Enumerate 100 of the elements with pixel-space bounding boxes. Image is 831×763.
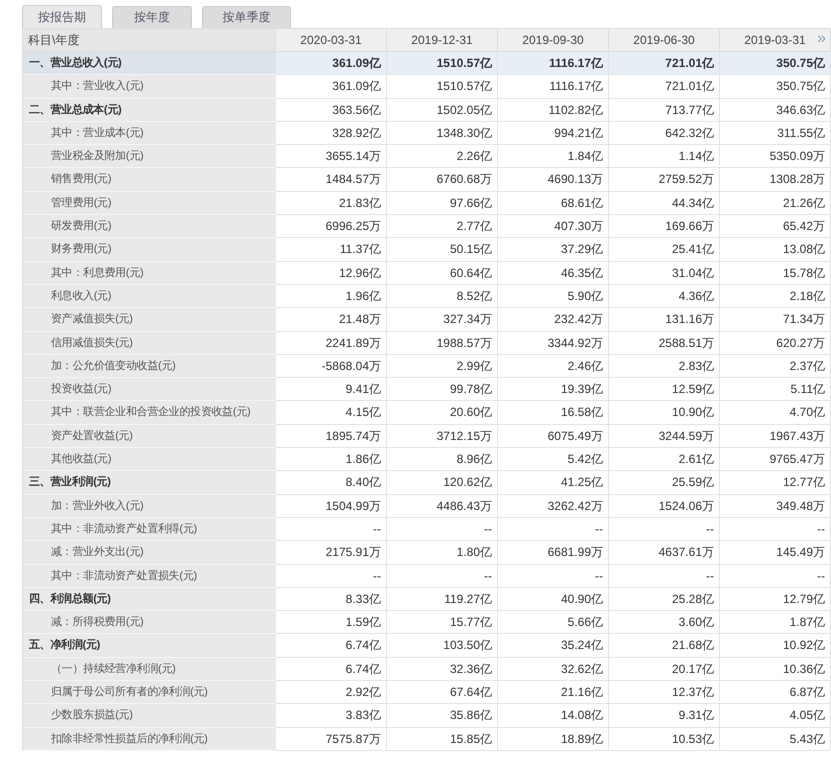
table-cell: 6681.99万 bbox=[498, 541, 609, 565]
table-cell: 18.89亿 bbox=[498, 728, 609, 751]
table-cell: 3655.14万 bbox=[276, 145, 387, 168]
table-cell: -- bbox=[498, 518, 609, 542]
table-cell: 3344.92万 bbox=[498, 332, 609, 355]
table-cell: 37.29亿 bbox=[498, 238, 609, 262]
table-cell: 1116.17亿 bbox=[498, 52, 609, 76]
table-cell: 327.34万 bbox=[387, 308, 498, 332]
table-cell: 1.14亿 bbox=[609, 145, 720, 168]
table-cell: 15.77亿 bbox=[387, 611, 498, 634]
table-cell: 97.66亿 bbox=[387, 192, 498, 216]
table-cell: 12.77亿 bbox=[720, 471, 831, 495]
row-label: 加：公允价值变动收益(元) bbox=[23, 354, 276, 378]
row-label: 少数股东损益(元) bbox=[23, 704, 276, 728]
table-cell: -- bbox=[498, 564, 609, 588]
table-cell: 71.34万 bbox=[720, 308, 831, 332]
table-cell: 10.90亿 bbox=[609, 401, 720, 425]
row-label: 营业税金及附加(元) bbox=[23, 145, 276, 168]
table-cell: 10.92亿 bbox=[720, 634, 831, 658]
table-cell: 21.16亿 bbox=[498, 681, 609, 704]
table-cell: 1967.43万 bbox=[720, 424, 831, 448]
table-cell: 2.26亿 bbox=[387, 145, 498, 168]
table-cell: -- bbox=[720, 564, 831, 588]
table-cell: -- bbox=[720, 518, 831, 542]
table-cell: 1.80亿 bbox=[387, 541, 498, 565]
table-cell: -- bbox=[276, 564, 387, 588]
table-cell: 713.77亿 bbox=[609, 98, 720, 122]
table-cell: -- bbox=[276, 518, 387, 542]
row-label: 四、利润总额(元) bbox=[23, 588, 276, 612]
table-cell: 2.92亿 bbox=[276, 681, 387, 704]
column-header: 2019-03-31 bbox=[744, 33, 806, 47]
table-cell: 32.36亿 bbox=[387, 658, 498, 682]
table-cell: 2.61亿 bbox=[609, 448, 720, 472]
table-cell: 2.46亿 bbox=[498, 354, 609, 378]
table-cell: 8.96亿 bbox=[387, 448, 498, 472]
table-cell: 8.52亿 bbox=[387, 284, 498, 308]
table-cell: 2588.51万 bbox=[609, 332, 720, 355]
table-cell: 4690.13万 bbox=[498, 168, 609, 192]
table-cell: 1.84亿 bbox=[498, 145, 609, 168]
row-label: 其中：联营企业和合营企业的投资收益(元) bbox=[23, 401, 276, 425]
table-cell: 1.96亿 bbox=[276, 284, 387, 308]
table-cell: 13.08亿 bbox=[720, 238, 831, 262]
row-label: 管理费用(元) bbox=[23, 192, 276, 216]
table-cell: 1116.17亿 bbox=[498, 75, 609, 99]
tab[interactable]: 按报告期 bbox=[22, 5, 102, 28]
table-cell: 1988.57万 bbox=[387, 332, 498, 355]
column-header: 2020-03-31 bbox=[300, 33, 362, 47]
table-cell: 119.27亿 bbox=[387, 588, 498, 612]
table-cell: 5.90亿 bbox=[498, 284, 609, 308]
table-cell: 2241.89万 bbox=[276, 332, 387, 355]
table-cell: 350.75亿 bbox=[720, 52, 831, 76]
row-label: 三、营业利润(元) bbox=[23, 471, 276, 495]
row-label: 扣除非经常性损益后的净利润(元) bbox=[23, 728, 276, 751]
row-label: 其中：营业收入(元) bbox=[23, 75, 276, 99]
table-cell: 1.87亿 bbox=[720, 611, 831, 634]
table-cell: 6075.49万 bbox=[498, 424, 609, 448]
table-cell: 16.58亿 bbox=[498, 401, 609, 425]
row-label: 信用减值损失(元) bbox=[23, 332, 276, 355]
row-label: 资产减值损失(元) bbox=[23, 308, 276, 332]
table-cell: 35.86亿 bbox=[387, 704, 498, 728]
table-cell: -5868.04万 bbox=[276, 354, 387, 378]
table-cell: 1.59亿 bbox=[276, 611, 387, 634]
row-label: 研发费用(元) bbox=[23, 215, 276, 238]
table-cell: -- bbox=[609, 518, 720, 542]
table-cell: 642.32亿 bbox=[609, 122, 720, 146]
table-cell: 65.42万 bbox=[720, 215, 831, 238]
table-cell: -- bbox=[609, 564, 720, 588]
row-label: 财务费用(元) bbox=[23, 238, 276, 262]
row-label: 资产处置收益(元) bbox=[23, 424, 276, 448]
table-cell: 41.25亿 bbox=[498, 471, 609, 495]
table-cell: 311.55亿 bbox=[720, 122, 831, 146]
table-cell: 10.36亿 bbox=[720, 658, 831, 682]
column-header: 2019-06-30 bbox=[633, 33, 695, 47]
table-cell: 99.78亿 bbox=[387, 378, 498, 402]
table-cell: 5.66亿 bbox=[498, 611, 609, 634]
column-header: 2019-09-30 bbox=[522, 33, 584, 47]
table-cell: 32.62亿 bbox=[498, 658, 609, 682]
table-cell: 2.37亿 bbox=[720, 354, 831, 378]
table-cell: 7575.87万 bbox=[276, 728, 387, 751]
tab[interactable]: 按单季度 bbox=[202, 6, 291, 28]
row-label: （一）持续经营净利润(元) bbox=[23, 658, 276, 682]
table-cell: 1510.57亿 bbox=[387, 52, 498, 76]
table-cell: 361.09亿 bbox=[276, 75, 387, 99]
table-cell: 120.62亿 bbox=[387, 471, 498, 495]
table-cell: 2.83亿 bbox=[609, 354, 720, 378]
row-label: 五、净利润(元) bbox=[23, 634, 276, 658]
table-cell: 12.96亿 bbox=[276, 262, 387, 285]
tab[interactable]: 按年度 bbox=[112, 6, 192, 28]
table-cell: 35.24亿 bbox=[498, 634, 609, 658]
table-cell: 21.68亿 bbox=[609, 634, 720, 658]
table-cell: 103.50亿 bbox=[387, 634, 498, 658]
table-cell: 2175.91万 bbox=[276, 541, 387, 565]
table-cell: 25.41亿 bbox=[609, 238, 720, 262]
row-label: 销售费用(元) bbox=[23, 168, 276, 192]
table-cell: 4637.61万 bbox=[609, 541, 720, 565]
row-label: 其中：非流动资产处置损失(元) bbox=[23, 564, 276, 588]
table-cell: 67.64亿 bbox=[387, 681, 498, 704]
table-cell: 363.56亿 bbox=[276, 98, 387, 122]
table-cell: 9.41亿 bbox=[276, 378, 387, 402]
table-cell: 40.90亿 bbox=[498, 588, 609, 612]
